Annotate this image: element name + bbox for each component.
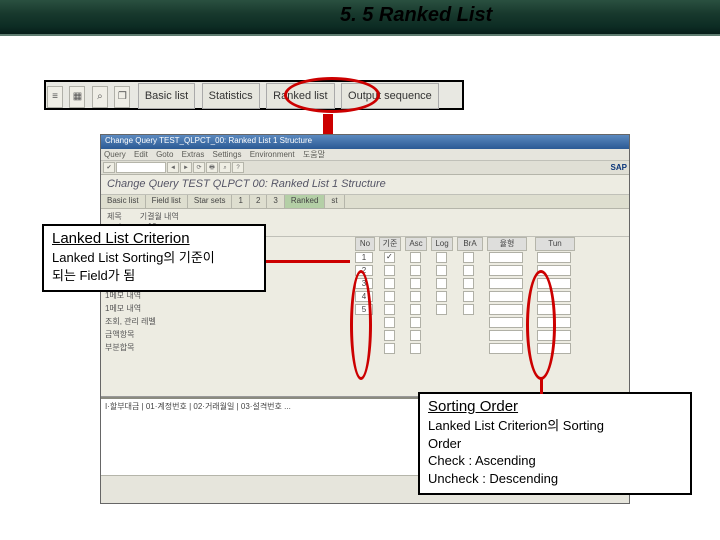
tab-selected[interactable]: Ranked bbox=[285, 195, 326, 208]
app-icon[interactable]: 🖶 bbox=[206, 162, 218, 173]
yul-input[interactable] bbox=[489, 330, 523, 341]
app-icon[interactable]: ⌕ bbox=[219, 162, 231, 173]
app-icon[interactable]: ⟳ bbox=[193, 162, 205, 173]
callout-criterion: Lanked List Criterion Lanked List Sortin… bbox=[42, 224, 266, 292]
yul-input[interactable] bbox=[489, 317, 523, 328]
col-no: No bbox=[355, 237, 375, 251]
callout-sorting: Sorting Order Lanked List Criterion의 Sor… bbox=[418, 392, 692, 495]
tab[interactable]: Star sets bbox=[188, 195, 233, 208]
col-criterion: 기준 bbox=[379, 237, 401, 251]
connector bbox=[540, 378, 543, 394]
criterion-checkbox[interactable] bbox=[384, 317, 395, 328]
statistics-button[interactable]: Statistics bbox=[202, 83, 260, 109]
log-checkbox[interactable] bbox=[436, 278, 447, 289]
criterion-checkbox[interactable] bbox=[384, 265, 395, 276]
menu-item[interactable]: Settings bbox=[213, 150, 242, 159]
tab[interactable]: 1 bbox=[232, 195, 249, 208]
highlight-oval bbox=[284, 77, 380, 113]
yul-input[interactable] bbox=[489, 278, 523, 289]
menu-item[interactable]: Goto bbox=[156, 150, 173, 159]
yul-input[interactable] bbox=[489, 265, 523, 276]
tab[interactable]: 3 bbox=[267, 195, 284, 208]
asc-checkbox[interactable] bbox=[410, 304, 421, 315]
connector bbox=[266, 260, 350, 263]
back-icon[interactable]: ◄ bbox=[167, 162, 179, 173]
highlight-oval-criterion bbox=[350, 270, 372, 380]
brd-checkbox[interactable] bbox=[463, 304, 474, 315]
tab[interactable]: Field list bbox=[146, 195, 188, 208]
log-checkbox[interactable] bbox=[436, 291, 447, 302]
toolbar-icon[interactable]: ❐ bbox=[114, 86, 130, 108]
toolbar-icon[interactable]: ≡ bbox=[47, 86, 63, 108]
forward-icon[interactable]: ► bbox=[180, 162, 192, 173]
criterion-checkbox[interactable] bbox=[384, 330, 395, 341]
log-checkbox[interactable] bbox=[436, 304, 447, 315]
col-brd: BrA bbox=[457, 237, 483, 251]
yul-input[interactable] bbox=[489, 291, 523, 302]
criterion-checkbox[interactable] bbox=[384, 343, 395, 354]
tab[interactable]: 2 bbox=[250, 195, 267, 208]
brd-checkbox[interactable] bbox=[463, 252, 474, 263]
callout-title: Sorting Order bbox=[428, 398, 682, 415]
callout-title: Lanked List Criterion bbox=[52, 230, 256, 247]
app-icon[interactable]: ✔ bbox=[103, 162, 115, 173]
col-log: Log bbox=[431, 237, 453, 251]
toolbar-icon[interactable]: ▦ bbox=[69, 86, 85, 108]
asc-checkbox[interactable] bbox=[410, 343, 421, 354]
command-field[interactable] bbox=[116, 162, 166, 173]
col-tun: Tun bbox=[535, 237, 575, 251]
asc-checkbox[interactable] bbox=[410, 265, 421, 276]
criterion-checkbox[interactable] bbox=[384, 291, 395, 302]
menu-item[interactable]: Extras bbox=[182, 150, 205, 159]
brd-checkbox[interactable] bbox=[463, 278, 474, 289]
sap-logo: SAP bbox=[611, 163, 627, 172]
sap-small-toolbar: ≡ ▦ ⌕ ❐ Basic list Statistics Ranked lis… bbox=[44, 80, 464, 110]
highlight-oval-sorting bbox=[526, 270, 556, 380]
basic-list-button[interactable]: Basic list bbox=[138, 83, 195, 109]
tun-input[interactable] bbox=[537, 252, 571, 263]
sap-menu: Query Edit Goto Extras Settings Environm… bbox=[101, 149, 629, 161]
yul-input[interactable] bbox=[489, 252, 523, 263]
callout-body: Lanked List Criterion의 Sorting Order Che… bbox=[428, 417, 682, 487]
page-subtitle: Change Query TEST QLPCT 00: Ranked List … bbox=[101, 175, 629, 195]
row-label: 금액항목 bbox=[105, 329, 134, 340]
brd-checkbox[interactable] bbox=[463, 291, 474, 302]
menu-item[interactable]: Query bbox=[104, 150, 126, 159]
yul-input[interactable] bbox=[489, 343, 523, 354]
seq-input[interactable]: 1 bbox=[355, 252, 373, 263]
yul-input[interactable] bbox=[489, 304, 523, 315]
asc-checkbox[interactable] bbox=[410, 252, 421, 263]
row-label: 1메모 내역 bbox=[105, 303, 141, 314]
col-yul: 율형 bbox=[487, 237, 527, 251]
criterion-checkbox[interactable] bbox=[384, 304, 395, 315]
row-label: 조회, 관리 레벨 bbox=[105, 316, 156, 327]
asc-checkbox[interactable] bbox=[410, 317, 421, 328]
menu-item[interactable]: Edit bbox=[134, 150, 148, 159]
slide-title: 5. 5 Ranked List bbox=[340, 4, 492, 27]
callout-body: Lanked List Sorting의 기준이되는 Field가 됨 bbox=[52, 249, 256, 284]
tabstrip: Basic list Field list Star sets 1 2 3 Ra… bbox=[101, 195, 629, 209]
sap-window-title: Change Query TEST_QLPCT_00: Ranked List … bbox=[105, 136, 312, 148]
tab[interactable]: Basic list bbox=[101, 195, 146, 208]
label: 제목 bbox=[107, 211, 122, 222]
log-checkbox[interactable] bbox=[436, 252, 447, 263]
row-label: 부분합목 bbox=[105, 342, 134, 353]
tab[interactable]: st bbox=[325, 195, 344, 208]
asc-checkbox[interactable] bbox=[410, 278, 421, 289]
menu-item[interactable]: Environment bbox=[250, 150, 295, 159]
sap-appbar: ✔ ◄ ► ⟳ 🖶 ⌕ ? SAP bbox=[101, 161, 629, 175]
col-asc: Asc bbox=[405, 237, 427, 251]
menu-item[interactable]: 도움말 bbox=[303, 150, 325, 159]
value: 기결월 내역 bbox=[140, 211, 179, 222]
toolbar-icon[interactable]: ⌕ bbox=[92, 86, 108, 108]
sap-titlebar: Change Query TEST_QLPCT_00: Ranked List … bbox=[101, 135, 629, 149]
app-icon[interactable]: ? bbox=[232, 162, 244, 173]
asc-checkbox[interactable] bbox=[410, 291, 421, 302]
log-checkbox[interactable] bbox=[436, 265, 447, 276]
criterion-checkbox[interactable] bbox=[384, 278, 395, 289]
brd-checkbox[interactable] bbox=[463, 265, 474, 276]
asc-checkbox[interactable] bbox=[410, 330, 421, 341]
criterion-checkbox[interactable] bbox=[384, 252, 395, 263]
